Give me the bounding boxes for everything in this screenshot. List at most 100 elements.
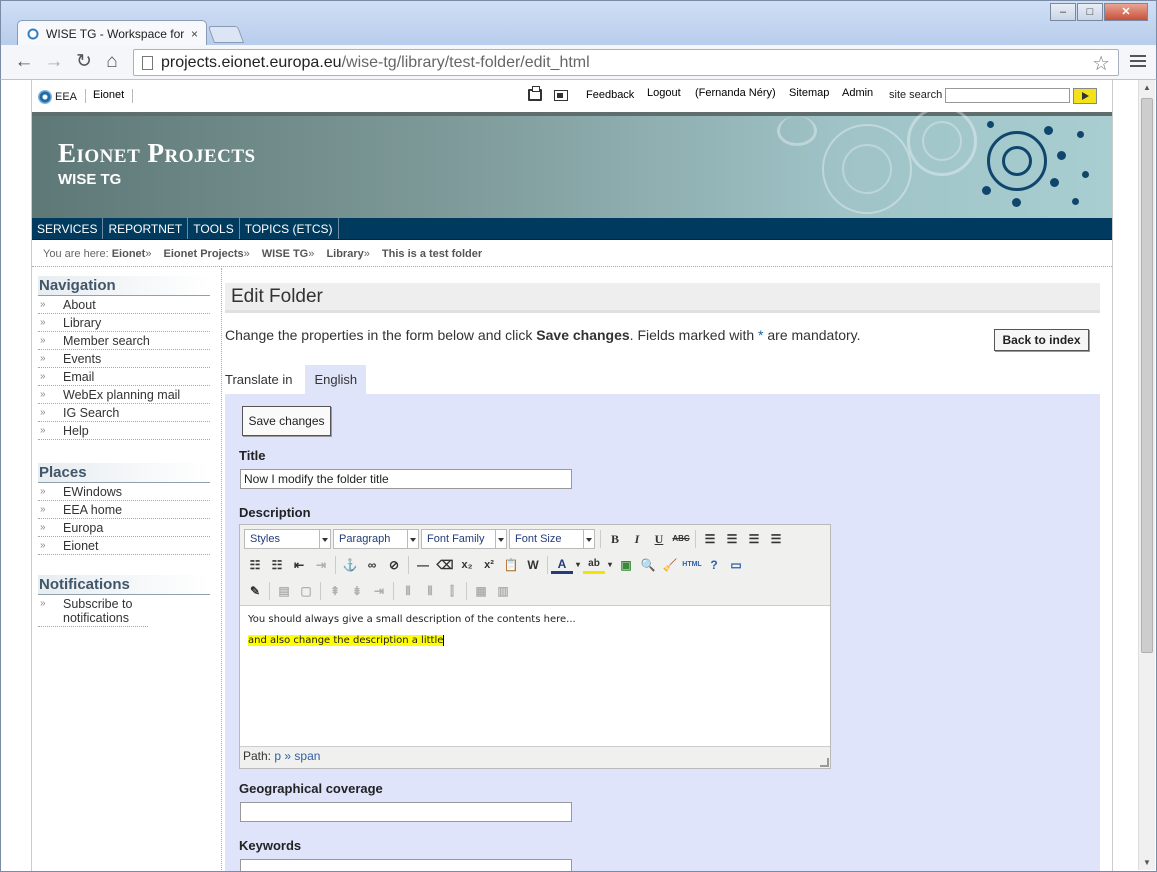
sitemap-link[interactable]: Sitemap <box>789 87 829 99</box>
merge-cells-icon[interactable]: ▥ <box>492 581 514 601</box>
vertical-scrollbar[interactable]: ▲ ▼ <box>1138 80 1155 870</box>
highlight-color-icon[interactable]: ab <box>583 556 605 574</box>
browser-tab[interactable]: WISE TG - Workspace for W × <box>17 20 207 47</box>
numbered-list-icon[interactable]: ☷ <box>266 555 288 575</box>
back-arrow-icon[interactable]: ← <box>13 52 35 74</box>
print-icon[interactable] <box>528 86 542 101</box>
delete-col-icon[interactable]: ⫿ <box>441 581 463 601</box>
col-before-icon[interactable]: ⫴ <box>397 581 419 601</box>
eea-link[interactable]: EEA <box>38 90 77 104</box>
edit-css-icon[interactable]: ✎ <box>244 581 266 601</box>
split-cells-icon[interactable]: ▦ <box>470 581 492 601</box>
sidebar-item-eea-home[interactable]: EEA home <box>38 501 210 519</box>
browser-menu-icon[interactable] <box>1130 52 1146 70</box>
search-go-button[interactable] <box>1073 88 1097 104</box>
title-input[interactable]: Now I modify the folder title <box>240 469 572 489</box>
site-search-input[interactable] <box>945 88 1070 103</box>
row-before-icon[interactable]: ⇞ <box>324 581 346 601</box>
strikethrough-button[interactable]: ABC <box>670 529 692 549</box>
eionet-link[interactable]: Eionet <box>93 89 124 101</box>
align-justify-icon[interactable]: ☰ <box>765 529 787 549</box>
reload-icon[interactable]: ↻ <box>73 52 95 74</box>
admin-link[interactable]: Admin <box>842 87 873 99</box>
indent-icon[interactable]: ⇥ <box>310 555 332 575</box>
sidebar-item-about[interactable]: About <box>38 296 210 314</box>
new-tab-button[interactable] <box>207 26 245 43</box>
text-color-dropdown-icon[interactable]: ▾ <box>573 555 583 575</box>
help-icon[interactable]: ? <box>703 555 725 575</box>
format-select[interactable]: Paragraph <box>333 529 419 549</box>
keywords-input[interactable] <box>240 859 572 871</box>
language-tab-english[interactable]: English <box>305 364 367 394</box>
font-family-select[interactable]: Font Family <box>421 529 507 549</box>
sidebar-item-subscribe[interactable]: Subscribe to notifications <box>38 595 148 627</box>
close-window-button[interactable]: ✕ <box>1104 3 1148 21</box>
subscript-icon[interactable]: x₂ <box>456 555 478 575</box>
styles-select[interactable]: Styles <box>244 529 331 549</box>
breadcrumb-item[interactable]: Library <box>326 248 363 260</box>
superscript-icon[interactable]: x² <box>478 555 500 575</box>
breadcrumb-item[interactable]: Eionet Projects <box>164 248 244 260</box>
resize-handle-icon[interactable] <box>820 758 829 767</box>
site-title[interactable]: Eionet Projects <box>58 138 256 169</box>
delete-row-icon[interactable]: ⇥ <box>368 581 390 601</box>
breadcrumb-item[interactable]: Eionet <box>112 248 146 260</box>
insert-image-icon[interactable]: ▣ <box>615 555 637 575</box>
nav-reportnet[interactable]: REPORTNET <box>103 218 189 239</box>
highlight-dropdown-icon[interactable]: ▾ <box>605 555 615 575</box>
row-props-icon[interactable]: ▤ <box>273 581 295 601</box>
sidebar-item-member-search[interactable]: Member search <box>38 332 210 350</box>
bullet-list-icon[interactable]: ☷ <box>244 555 266 575</box>
nav-topics[interactable]: TOPICS (ETCS) <box>240 218 339 239</box>
editor-content-area[interactable]: You should always give a small descripti… <box>240 605 830 747</box>
cleanup-icon[interactable]: 🧹 <box>659 555 681 575</box>
bold-button[interactable]: B <box>604 529 626 549</box>
row-after-icon[interactable]: ⇟ <box>346 581 368 601</box>
logout-link[interactable]: Logout <box>647 87 681 99</box>
fullscreen-editor-icon[interactable]: ▭ <box>725 555 747 575</box>
unlink-icon[interactable]: ⊘ <box>383 555 405 575</box>
user-link[interactable]: (Fernanda Néry) <box>695 87 776 99</box>
breadcrumb-item[interactable]: WISE TG <box>262 248 308 260</box>
sidebar-item-library[interactable]: Library <box>38 314 210 332</box>
scroll-down-icon[interactable]: ▼ <box>1143 858 1151 867</box>
sidebar-item-webex[interactable]: WebEx planning mail <box>38 386 210 404</box>
back-to-index-button[interactable]: Back to index <box>994 329 1089 351</box>
text-color-icon[interactable]: A <box>551 556 573 574</box>
tab-close-icon[interactable]: × <box>191 27 198 41</box>
sidebar-item-ewindows[interactable]: EWindows <box>38 483 210 501</box>
preview-icon[interactable]: 🔍 <box>637 555 659 575</box>
html-source-button[interactable]: HTML <box>681 555 703 575</box>
sidebar-item-events[interactable]: Events <box>38 350 210 368</box>
scroll-up-icon[interactable]: ▲ <box>1143 83 1151 92</box>
italic-button[interactable]: I <box>626 529 648 549</box>
anchor-icon[interactable]: ⚓ <box>339 555 361 575</box>
scrollbar-thumb[interactable] <box>1141 98 1153 653</box>
address-bar[interactable]: projects.eionet.europa.eu/wise-tg/librar… <box>133 49 1119 76</box>
path-value[interactable]: p » span <box>274 749 320 763</box>
sidebar-item-europa[interactable]: Europa <box>38 519 210 537</box>
font-size-select[interactable]: Font Size <box>509 529 595 549</box>
minimize-button[interactable]: – <box>1050 3 1076 21</box>
sidebar-item-eionet[interactable]: Eionet <box>38 537 210 555</box>
home-icon[interactable]: ⌂ <box>101 52 123 74</box>
outdent-icon[interactable]: ⇤ <box>288 555 310 575</box>
bookmark-star-icon[interactable]: ☆ <box>1092 51 1110 76</box>
link-icon[interactable]: ∞ <box>361 555 383 575</box>
cell-props-icon[interactable]: ▢ <box>295 581 317 601</box>
eraser-icon[interactable]: ⌫ <box>434 555 456 575</box>
forward-arrow-icon[interactable]: → <box>43 52 65 74</box>
col-after-icon[interactable]: ⫴ <box>419 581 441 601</box>
paste-word-icon[interactable]: W <box>522 555 544 575</box>
horizontal-rule-icon[interactable]: — <box>412 555 434 575</box>
align-left-icon[interactable]: ☰ <box>699 529 721 549</box>
nav-services[interactable]: SERVICES <box>32 218 104 239</box>
maximize-button[interactable]: □ <box>1077 3 1103 21</box>
sidebar-item-help[interactable]: Help <box>38 422 210 440</box>
underline-button[interactable]: U <box>648 529 670 549</box>
feedback-link[interactable]: Feedback <box>586 89 634 101</box>
fullscreen-icon[interactable] <box>554 90 568 101</box>
nav-tools[interactable]: TOOLS <box>188 218 240 239</box>
sidebar-item-ig-search[interactable]: IG Search <box>38 404 210 422</box>
sidebar-item-email[interactable]: Email <box>38 368 210 386</box>
